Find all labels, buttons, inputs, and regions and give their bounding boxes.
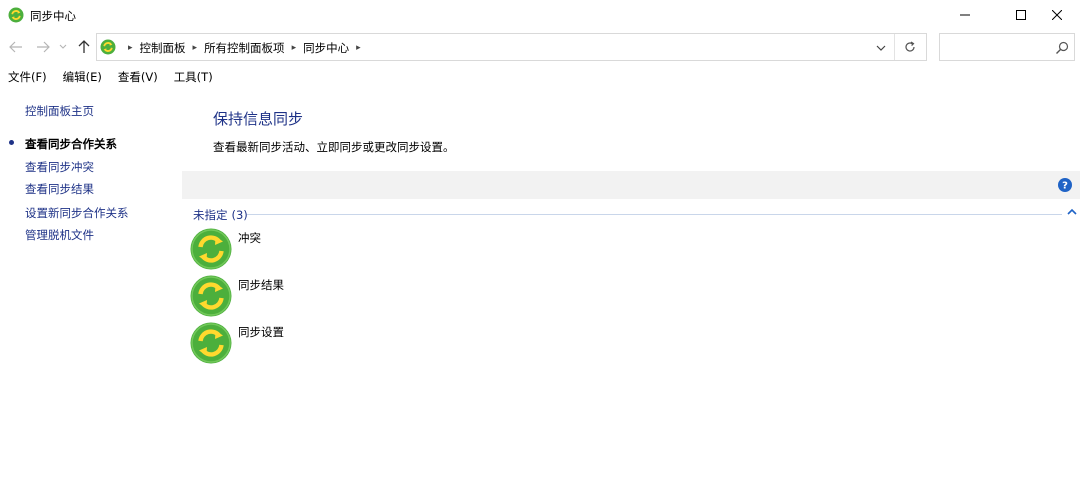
main-content: 保持信息同步 查看最新同步活动、立即同步或更改同步设置。 ? 未指定 (3) 冲… bbox=[182, 89, 1080, 484]
sync-center-icon bbox=[8, 7, 24, 23]
address-bar[interactable]: ▸ 控制面板 ▸ 所有控制面板项 ▸ 同步中心 ▸ bbox=[96, 33, 927, 61]
sync-item-conflicts[interactable]: 冲突 bbox=[190, 228, 390, 272]
help-icon[interactable]: ? bbox=[1058, 178, 1072, 192]
sync-item-label: 同步设置 bbox=[238, 325, 284, 339]
back-button[interactable] bbox=[7, 38, 25, 56]
menu-file[interactable]: 文件(F) bbox=[8, 69, 47, 85]
search-input[interactable] bbox=[944, 38, 1044, 56]
view-sync-results-link[interactable]: 查看同步结果 bbox=[25, 181, 94, 197]
chevron-right-icon[interactable]: ▸ bbox=[356, 43, 361, 53]
sync-item-settings[interactable]: 同步设置 bbox=[190, 322, 390, 366]
recent-locations-button[interactable] bbox=[57, 38, 69, 56]
arrow-right-icon bbox=[37, 41, 50, 53]
command-bar: ? bbox=[182, 171, 1080, 199]
group-label: 未指定 bbox=[193, 208, 228, 222]
sync-icon bbox=[190, 228, 232, 270]
search-icon[interactable] bbox=[1054, 40, 1070, 56]
chevron-up-icon[interactable] bbox=[1067, 208, 1077, 216]
active-bullet bbox=[9, 140, 14, 145]
maximize-icon bbox=[1016, 10, 1026, 20]
chevron-right-icon[interactable]: ▸ bbox=[193, 43, 198, 53]
setup-new-partnership-link[interactable]: 设置新同步合作关系 bbox=[25, 205, 129, 221]
group-count: (3) bbox=[231, 208, 248, 222]
svg-text:?: ? bbox=[1062, 181, 1068, 192]
breadcrumb-sync-center[interactable]: 同步中心 bbox=[303, 40, 349, 56]
left-nav-pane: 控制面板主页 查看同步合作关系 查看同步冲突 查看同步结果 设置新同步合作关系 … bbox=[0, 89, 182, 484]
divider bbox=[894, 34, 895, 60]
title-bar: 同步中心 bbox=[0, 0, 1080, 30]
refresh-icon[interactable] bbox=[902, 39, 918, 55]
manage-offline-files-link[interactable]: 管理脱机文件 bbox=[25, 227, 94, 243]
menu-view[interactable]: 查看(V) bbox=[118, 69, 158, 85]
forward-button[interactable] bbox=[34, 38, 52, 56]
minimize-button[interactable] bbox=[942, 0, 988, 30]
breadcrumb: ▸ 控制面板 ▸ 所有控制面板项 ▸ 同步中心 ▸ bbox=[121, 40, 368, 56]
arrow-up-icon bbox=[78, 40, 90, 53]
breadcrumb-all-items[interactable]: 所有控制面板项 bbox=[204, 40, 285, 56]
menu-tools[interactable]: 工具(T) bbox=[174, 69, 213, 85]
page-title: 保持信息同步 bbox=[213, 110, 304, 128]
sync-item-label: 同步结果 bbox=[238, 278, 284, 292]
sync-item-label: 冲突 bbox=[238, 231, 261, 245]
group-divider bbox=[247, 214, 1062, 215]
minimize-icon bbox=[960, 14, 970, 16]
up-button[interactable] bbox=[75, 38, 93, 56]
sync-center-icon bbox=[100, 39, 116, 55]
menu-edit[interactable]: 编辑(E) bbox=[63, 69, 102, 85]
address-bar-row: ▸ 控制面板 ▸ 所有控制面板项 ▸ 同步中心 ▸ bbox=[0, 30, 1080, 65]
window-title: 同步中心 bbox=[30, 9, 76, 23]
chevron-down-icon[interactable] bbox=[873, 40, 889, 56]
view-sync-partnerships-link[interactable]: 查看同步合作关系 bbox=[25, 136, 117, 152]
chevron-right-icon[interactable]: ▸ bbox=[128, 43, 133, 53]
search-box[interactable] bbox=[939, 33, 1075, 61]
sync-icon bbox=[190, 322, 232, 364]
arrow-left-icon bbox=[9, 41, 22, 53]
chevron-down-icon bbox=[59, 44, 67, 49]
close-icon bbox=[1052, 10, 1062, 20]
group-header-unspecified[interactable]: 未指定 (3) bbox=[193, 207, 248, 223]
close-button[interactable] bbox=[1034, 0, 1080, 30]
sync-icon bbox=[190, 275, 232, 317]
page-description: 查看最新同步活动、立即同步或更改同步设置。 bbox=[213, 140, 455, 154]
menu-bar: 文件(F) 编辑(E) 查看(V) 工具(T) bbox=[0, 65, 1080, 89]
view-sync-conflicts-link[interactable]: 查看同步冲突 bbox=[25, 159, 94, 175]
breadcrumb-control-panel[interactable]: 控制面板 bbox=[140, 40, 186, 56]
chevron-right-icon[interactable]: ▸ bbox=[292, 43, 297, 53]
sync-item-results[interactable]: 同步结果 bbox=[190, 275, 390, 319]
control-panel-home-link[interactable]: 控制面板主页 bbox=[25, 103, 94, 119]
